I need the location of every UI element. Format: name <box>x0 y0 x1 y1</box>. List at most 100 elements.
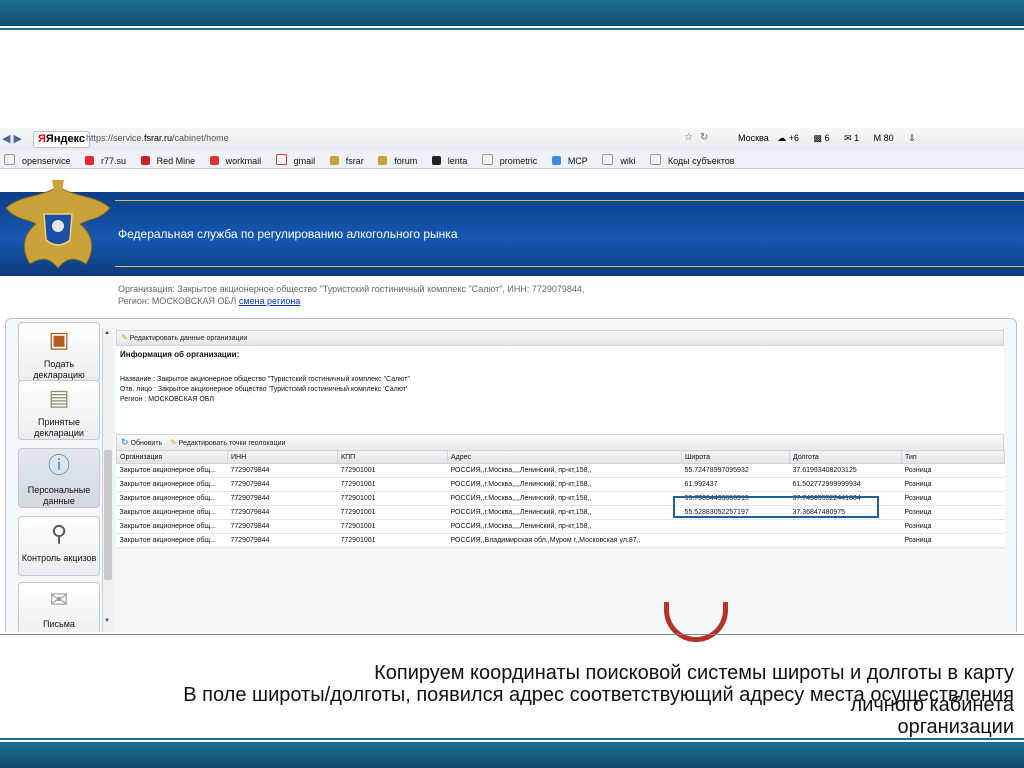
cell-type: Розница <box>901 491 1005 506</box>
cell-address: РОССИЯ,,г.Москва,,,,Ленинский, пр-кт,158… <box>447 491 682 506</box>
calendar-badge[interactable]: ▩ 6 <box>814 133 836 143</box>
bookmark-icon <box>378 156 388 165</box>
sidebar-item-submit-declaration[interactable]: ▣ Подать декларацию <box>18 322 100 382</box>
cell-address: РОССИЯ,,г.Москва,,,,Ленинский, пр-кт,158… <box>447 505 682 520</box>
bookmark-label: fsrar <box>345 156 364 166</box>
column-header[interactable]: Широта <box>681 450 790 464</box>
weather-temp[interactable]: ☁ +6 <box>777 133 805 143</box>
wiki-icon <box>649 154 661 165</box>
sidebar-item-letters[interactable]: ✉ Письма <box>18 582 100 632</box>
column-header[interactable]: Организация <box>116 450 228 464</box>
cell-address: РОССИЯ,,Владимирская обл,,Муром г,,Моско… <box>447 533 682 548</box>
weather-city[interactable]: Москва <box>738 133 769 143</box>
bookmark-item[interactable]: forum <box>378 153 421 166</box>
back-forward-icon[interactable]: ◀ ▶ <box>2 132 22 145</box>
column-header[interactable]: ИНН <box>227 450 338 464</box>
org-contact-line: Отв. лицо : Закрытое акционерное обществ… <box>120 386 408 393</box>
cell-org: Закрытое акционерное общ... <box>116 491 228 506</box>
cell-org: Закрытое акционерное общ... <box>116 477 228 492</box>
sidebar-item-label: Персональные данные <box>27 485 91 506</box>
star-icon[interactable]: ☆ <box>684 132 693 143</box>
cell-kpp: 772901001 <box>337 477 448 492</box>
mail-m-badge[interactable]: M 80 <box>874 133 900 143</box>
table-row[interactable]: Закрытое акционерное общ... 7729079844 772… <box>116 463 1005 478</box>
table-row[interactable]: Закрытое акционерное общ... 7729079844 772… <box>116 477 1005 492</box>
cell-inn: 7729079844 <box>227 463 338 478</box>
column-header[interactable]: Тип <box>901 450 1005 464</box>
yandex-search-button[interactable]: ЯЯндекс <box>33 131 91 148</box>
bookmark-label: r77.su <box>101 156 127 166</box>
sidebar-item-excise-control[interactable]: ⚲ Контроль акцизов <box>18 516 100 576</box>
bookmark-item[interactable]: prometric <box>481 153 542 166</box>
cell-type: Розница <box>901 463 1005 478</box>
bookmark-item[interactable]: fsrar <box>329 153 368 166</box>
table-row[interactable]: Закрытое акционерное общ... 7729079844 772… <box>116 533 1005 548</box>
mail-badge[interactable]: ✉ 1 <box>844 133 865 143</box>
bookmark-icon <box>551 156 561 165</box>
grid-toolbar: ↻ Обновить ✎ Редактировать точки геолока… <box>116 434 1004 450</box>
cell-address: РОССИЯ,,г.Москва,,,,Ленинский, пр-кт,158… <box>447 477 682 492</box>
sidebar-scrollbar[interactable]: ▲ ▼ <box>102 328 113 632</box>
address-bar: ◀ ▶ ЯЯндекс https://service.fsrar.ru/cab… <box>0 128 1024 151</box>
page-icon <box>481 154 493 165</box>
bookmark-item[interactable]: workmail <box>209 153 266 166</box>
bookmark-item[interactable]: MCP <box>551 153 592 166</box>
org-region-line: Регион : МОСКОВСКАЯ ОБЛ <box>120 396 214 403</box>
wiki-icon <box>602 154 614 165</box>
search-engine-label: Яндекс <box>45 133 86 145</box>
sidebar-item-personal-data[interactable]: ⓘ Персональные данные <box>18 448 100 508</box>
cell-kpp: 772901001 <box>337 505 448 520</box>
cell-type: Розница <box>901 519 1005 534</box>
reload-icon[interactable]: ↻ <box>700 132 708 143</box>
bookmark-icon <box>140 156 150 165</box>
caption-line-4: организации <box>897 716 1014 738</box>
cell-inn: 7729079844 <box>227 505 338 520</box>
documents-icon: ▤ <box>48 385 70 410</box>
magnifier-icon: ⚲ <box>50 521 68 546</box>
column-header[interactable]: Долгота <box>789 450 902 464</box>
coat-of-arms-icon <box>5 180 111 269</box>
table-row[interactable]: Закрытое акционерное общ... 7729079844 772… <box>116 519 1005 534</box>
url-field[interactable]: https://service.fsrar.ru/cabinet/home <box>86 133 229 143</box>
column-header[interactable]: КПП <box>337 450 448 464</box>
bookmark-label: MCP <box>567 156 588 166</box>
cell-type: Розница <box>901 505 1005 520</box>
bookmark-item[interactable]: wiki <box>602 153 639 166</box>
column-header[interactable]: Адрес <box>447 450 682 464</box>
header-divider <box>115 200 1024 201</box>
org-line: Организация: Закрытое акционерное общест… <box>118 284 585 294</box>
bookmark-item[interactable]: lenta <box>431 153 472 166</box>
org-info-heading: Информация об организации: <box>120 350 240 359</box>
cell-latitude: 55.72478997095932 <box>681 463 790 478</box>
red-arc-decoration <box>664 602 728 642</box>
sidebar-item-accepted-declarations[interactable]: ▤ Принятые декларации <box>18 380 100 440</box>
cell-org: Закрытое акционерное общ... <box>116 505 228 520</box>
bookmark-item[interactable]: Red Mine <box>140 153 200 166</box>
scroll-down-icon[interactable]: ▼ <box>104 618 110 624</box>
bookmark-item[interactable]: r77.su <box>85 153 130 166</box>
scrollbar-thumb[interactable] <box>104 450 112 580</box>
url-domain: fsrar.ru <box>144 133 173 143</box>
refresh-button[interactable]: ↻ Обновить <box>121 437 162 447</box>
bookmarks-bar: openservice r77.su Red Mine workmail gma… <box>0 150 1024 169</box>
bookmark-item[interactable]: Коды субъектов <box>649 153 739 166</box>
download-icon[interactable]: ⇩ <box>908 133 916 143</box>
cell-longitude: 37.61993408203125 <box>789 463 902 478</box>
edit-geo-points-button[interactable]: ✎ Редактировать точки геолокации <box>170 438 286 447</box>
change-region-link[interactable]: смена региона <box>239 296 300 306</box>
coordinates-highlight-box <box>673 496 879 518</box>
edit-org-button[interactable]: ✎ Редактировать данные организации <box>121 333 247 342</box>
sidebar: ▣ Подать декларацию ▤ Принятые деклараци… <box>10 322 100 632</box>
cell-type: Розница <box>901 477 1005 492</box>
slide-top-line <box>0 28 1024 30</box>
bookmark-item[interactable]: gmail <box>275 153 320 166</box>
caption-line-3: личного кабинета <box>850 694 1014 716</box>
sidebar-item-label: Принятые декларации <box>34 417 84 438</box>
url-prefix: https://service. <box>86 133 145 143</box>
cell-latitude: 61.992437 <box>681 477 790 492</box>
edit-geo-label: Редактировать точки геолокации <box>178 440 286 447</box>
cell-longitude <box>789 533 902 548</box>
scroll-up-icon[interactable]: ▲ <box>104 330 110 336</box>
cell-inn: 7729079844 <box>227 491 338 506</box>
bookmark-item[interactable]: openservice <box>4 153 75 166</box>
